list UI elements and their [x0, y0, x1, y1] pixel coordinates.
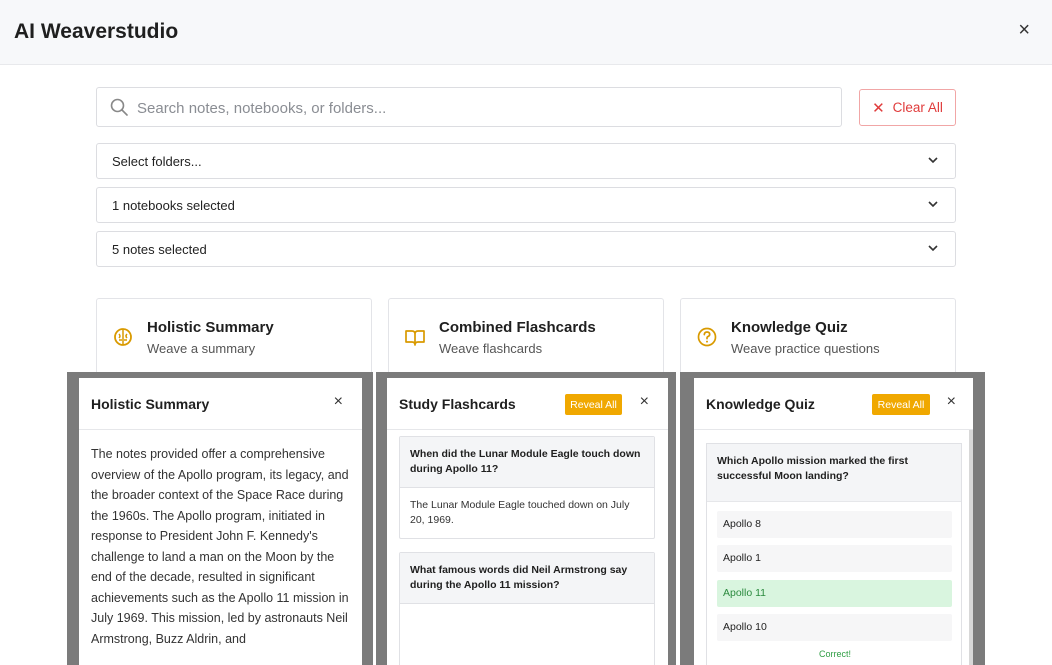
flashcards-panel-header: Study Flashcards Reveal All × [387, 378, 668, 430]
clear-all-label: Clear All [892, 100, 943, 115]
clear-all-button[interactable]: ✕ Clear All [859, 89, 956, 126]
search-icon [110, 98, 128, 116]
dialog-title: AI Weaverstudio [14, 20, 179, 43]
flashcard[interactable]: When did the Lunar Module Eagle touch do… [399, 436, 655, 539]
close-icon[interactable]: × [1018, 19, 1030, 42]
question-circle-icon [697, 327, 717, 347]
notebook-select[interactable]: 1 notebooks selected [96, 187, 956, 223]
reveal-all-button[interactable]: Reveal All [872, 394, 930, 415]
chevron-down-icon [928, 245, 938, 252]
flashcards-panel: Study Flashcards Reveal All × When did t… [387, 378, 668, 665]
flashcard-question: What famous words did Neil Armstrong say… [400, 553, 654, 604]
flashcard-answer: The Lunar Module Eagle touched down on J… [410, 499, 630, 526]
search-input[interactable] [135, 96, 829, 120]
dialog-header: AI Weaverstudio × [0, 0, 1052, 65]
brain-icon [114, 328, 132, 346]
close-icon[interactable]: × [334, 393, 343, 411]
quiz-option[interactable]: Apollo 8 [717, 511, 952, 538]
summary-panel-title: Holistic Summary [91, 396, 210, 412]
summary-text: The notes provided offer a comprehensive… [91, 447, 349, 646]
search-box [96, 87, 842, 127]
feature-subtitle: Weave flashcards [439, 341, 543, 356]
quiz-panel: Knowledge Quiz Reveal All × Which Apollo… [694, 378, 973, 665]
feature-title: Combined Flashcards [439, 319, 596, 336]
quiz-option[interactable]: Apollo 1 [717, 545, 952, 572]
quiz-question: Which Apollo mission marked the first su… [707, 444, 961, 502]
flashcard-question: When did the Lunar Module Eagle touch do… [400, 437, 654, 488]
folder-select[interactable]: Select folders... [96, 143, 956, 179]
x-icon: ✕ [872, 99, 885, 117]
quiz-panel-title: Knowledge Quiz [706, 396, 815, 412]
chevron-down-icon [928, 201, 938, 208]
book-open-icon [405, 330, 425, 346]
scrollbar[interactable] [969, 430, 973, 665]
quiz-option-correct[interactable]: Apollo 11 [717, 580, 952, 607]
notes-select[interactable]: 5 notes selected [96, 231, 956, 267]
quiz-question-card: Which Apollo mission marked the first su… [706, 443, 962, 665]
quiz-panel-header: Knowledge Quiz Reveal All × [694, 378, 973, 430]
close-icon[interactable]: × [947, 393, 956, 411]
close-icon[interactable]: × [640, 393, 649, 411]
feature-title: Knowledge Quiz [731, 319, 848, 336]
summary-panel: Holistic Summary × The notes provided of… [79, 378, 362, 665]
folder-select-label: Select folders... [112, 154, 202, 169]
summary-panel-header: Holistic Summary × [79, 378, 362, 430]
notes-select-label: 5 notes selected [112, 242, 207, 257]
quiz-option[interactable]: Apollo 10 [717, 614, 952, 641]
flashcard[interactable]: What famous words did Neil Armstrong say… [399, 552, 655, 665]
notebook-select-label: 1 notebooks selected [112, 198, 235, 213]
feature-subtitle: Weave practice questions [731, 341, 880, 356]
flashcards-panel-title: Study Flashcards [399, 396, 516, 412]
reveal-all-button[interactable]: Reveal All [565, 394, 622, 415]
quiz-feedback: Correct! [818, 649, 851, 659]
chevron-down-icon [928, 157, 938, 164]
feature-subtitle: Weave a summary [147, 341, 256, 356]
feature-title: Holistic Summary [147, 319, 274, 336]
